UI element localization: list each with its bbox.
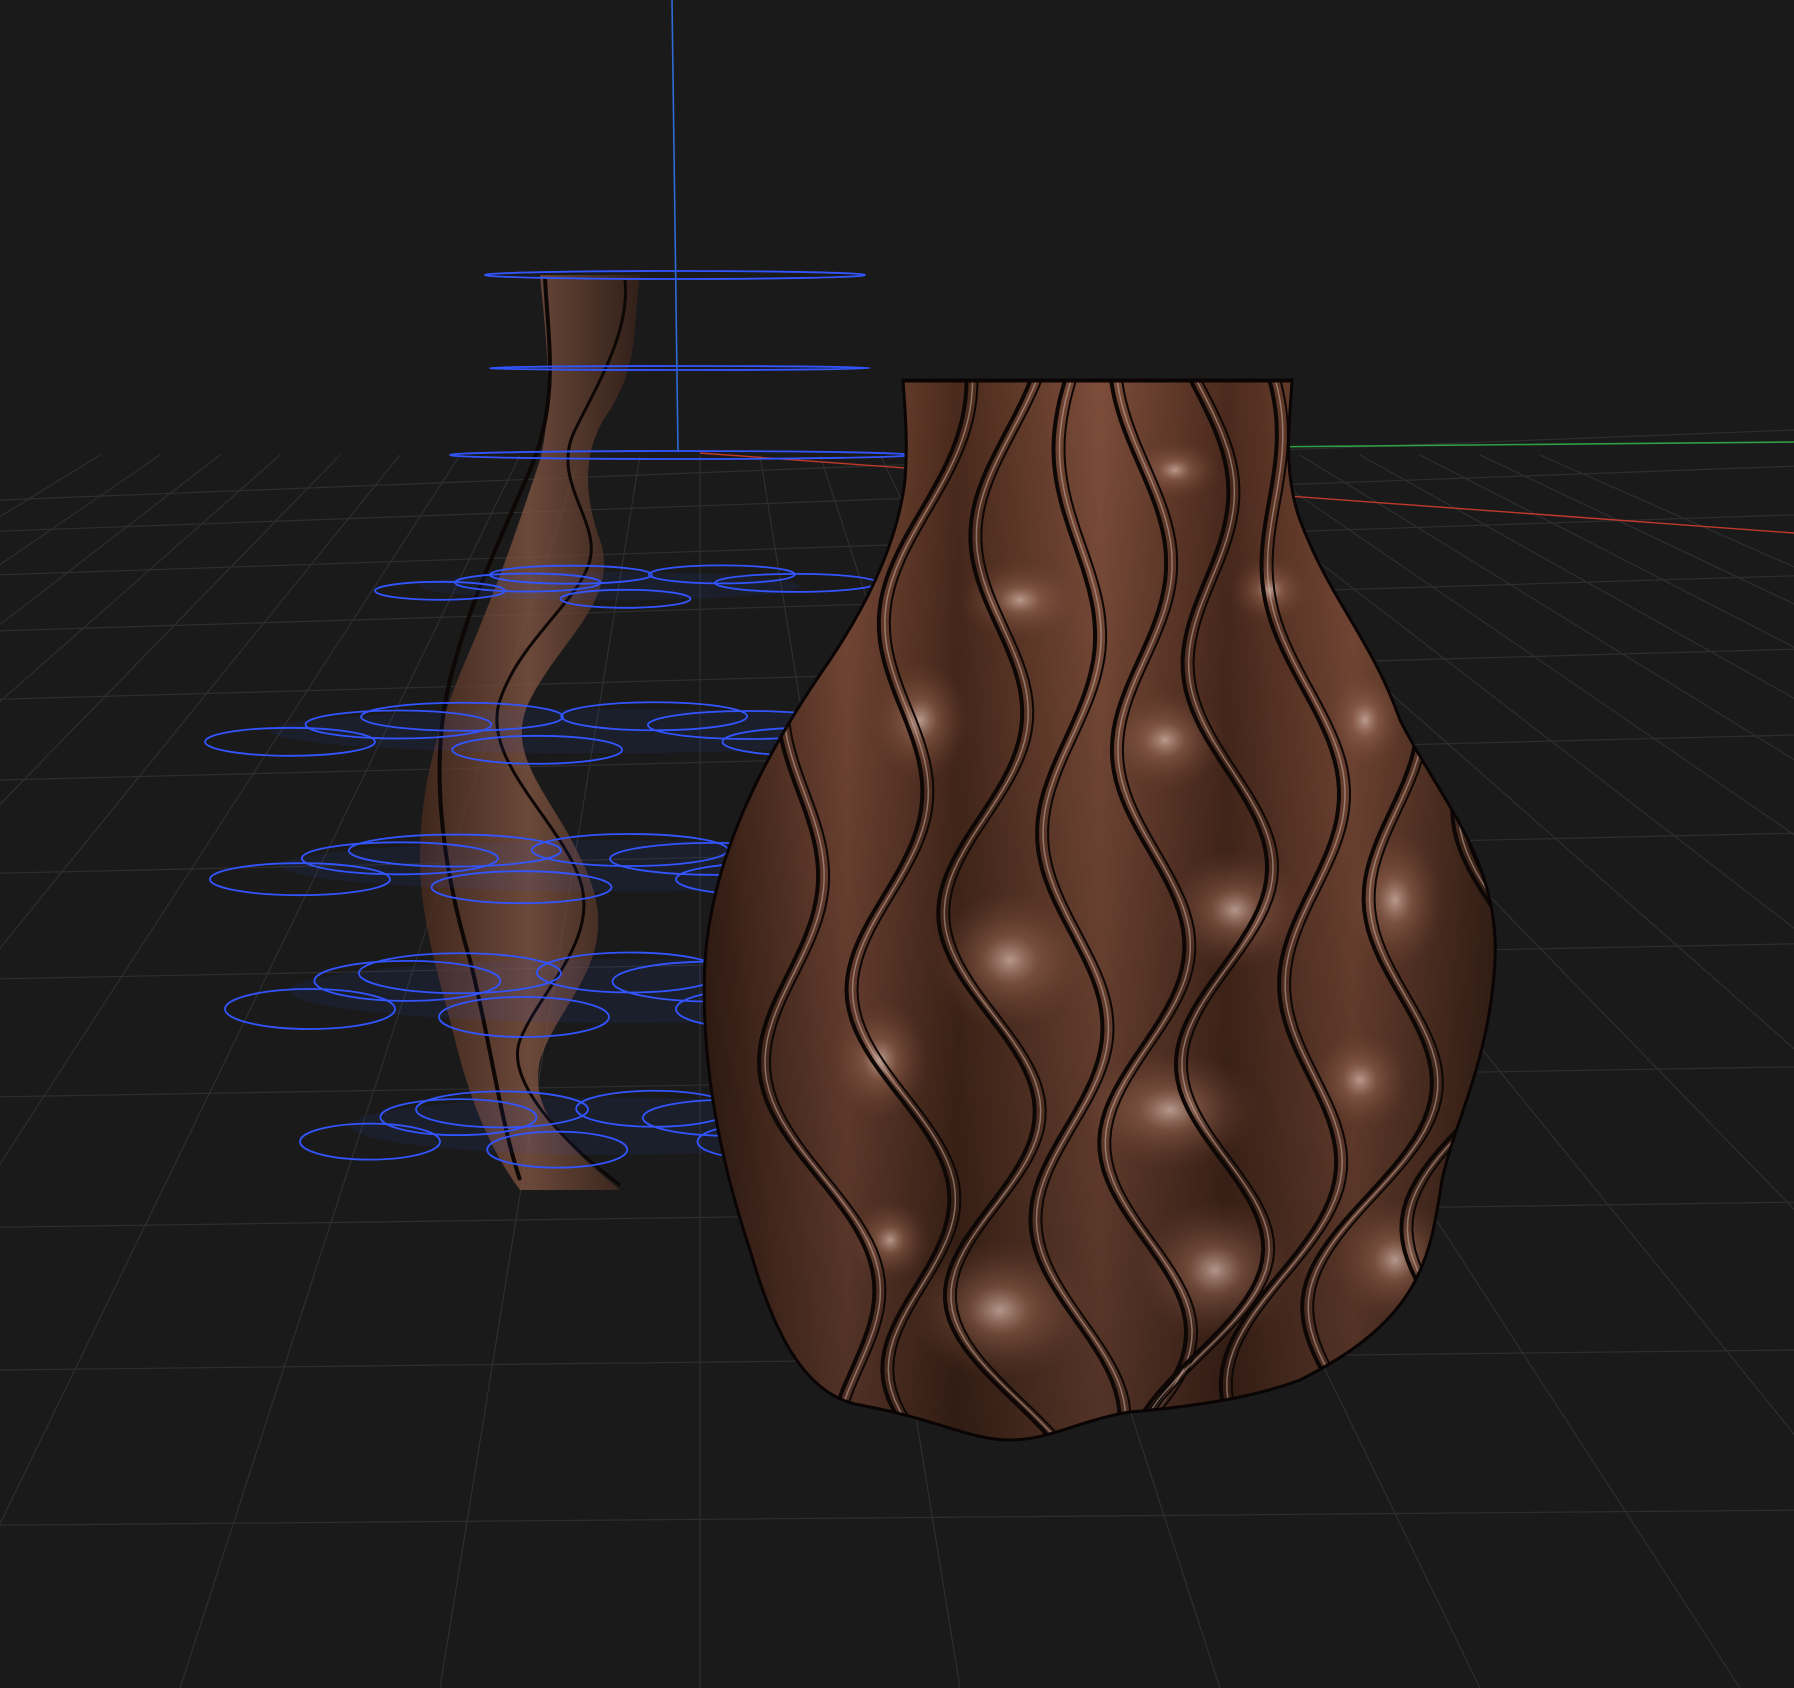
vase-rendered[interactable]	[700, 378, 1549, 1450]
viewport-canvas[interactable]	[0, 0, 1794, 1688]
surface-highlight	[1345, 830, 1445, 970]
grid-line	[0, 1509, 1794, 1526]
grid-line	[0, 454, 221, 626]
section-fill	[420, 571, 800, 601]
section-curve[interactable]	[489, 365, 871, 371]
grid-line	[1539, 454, 1794, 568]
grid-line	[0, 454, 521, 1525]
surface-highlight	[960, 560, 1080, 640]
grid-line	[0, 454, 461, 1166]
grid-line	[0, 454, 101, 518]
z-axis-line	[671, 0, 679, 453]
surface-highlight	[1325, 670, 1405, 770]
grid-line	[0, 454, 161, 566]
grid-line	[0, 454, 341, 806]
grid-line	[0, 454, 281, 703]
surface-highlight	[930, 890, 1090, 1030]
3d-viewport[interactable]	[0, 0, 1794, 1688]
section-curve[interactable]	[449, 450, 911, 460]
